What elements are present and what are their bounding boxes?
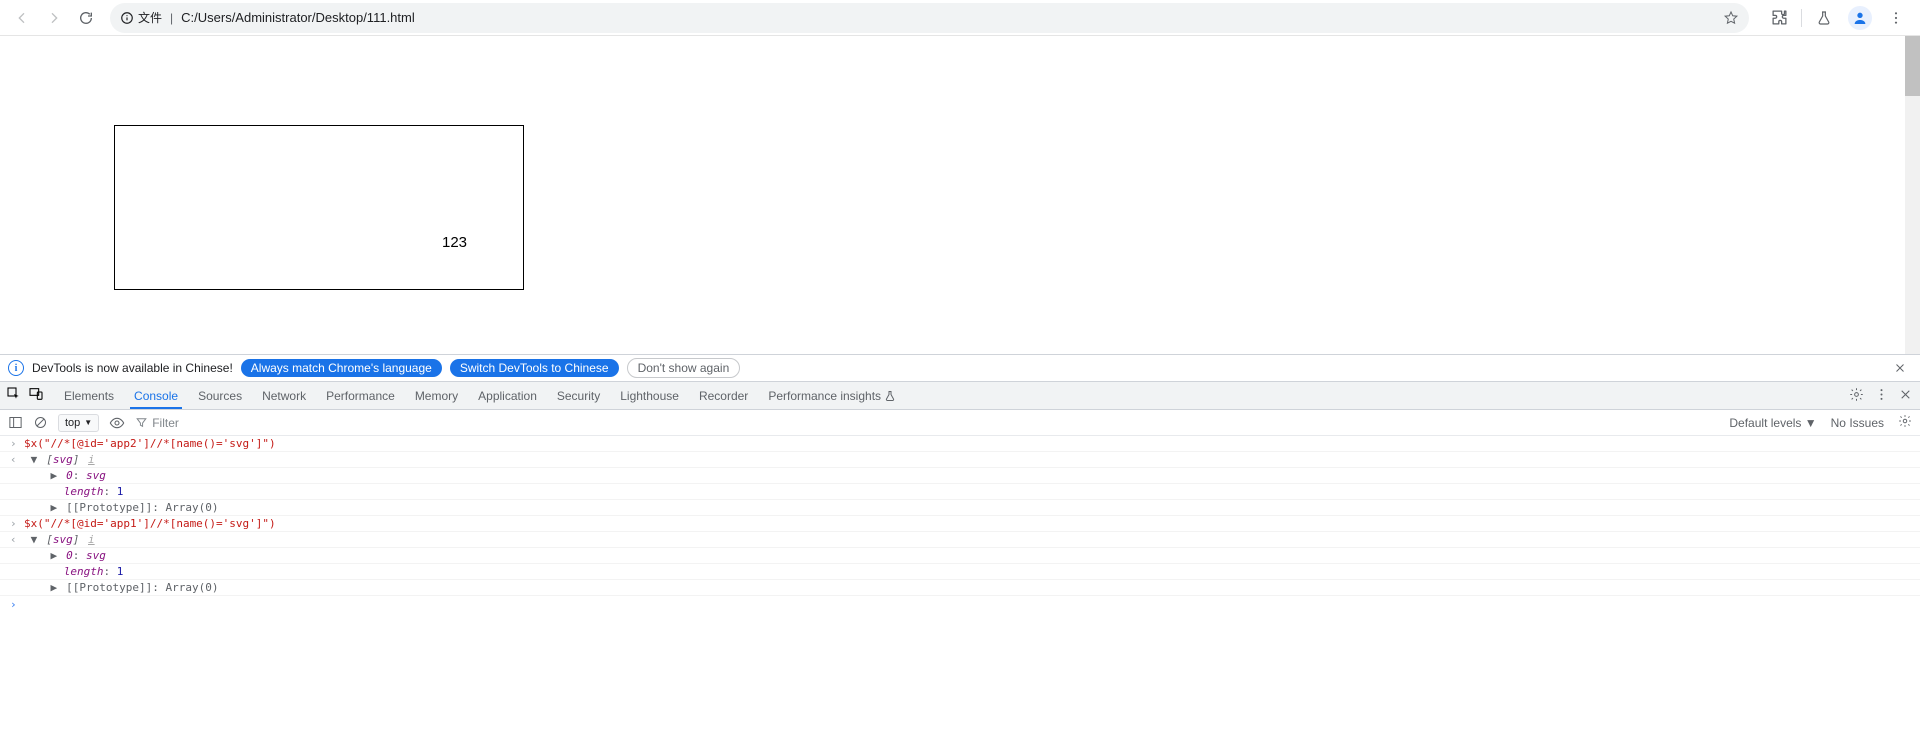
close-icon (1894, 362, 1906, 374)
page-div-box: 123 (114, 125, 524, 290)
dots-vertical-icon (1874, 387, 1889, 402)
filter-icon (135, 416, 148, 429)
inspect-button[interactable] (6, 386, 22, 405)
tab-application[interactable]: Application (468, 382, 547, 409)
console-output-row[interactable]: length: 1 (0, 484, 1920, 500)
devices-icon (28, 386, 44, 402)
tab-performance[interactable]: Performance (316, 382, 405, 409)
object-info-icon[interactable]: i (88, 453, 95, 466)
clear-console-button[interactable] (33, 415, 48, 430)
live-expression-button[interactable] (109, 415, 125, 431)
filter-placeholder: Filter (152, 416, 179, 430)
tab-memory[interactable]: Memory (405, 382, 468, 409)
eye-icon (109, 415, 125, 431)
console-command: $x("//*[@id='app2']//*[name()='svg']") (24, 437, 276, 450)
extensions-button[interactable] (1763, 4, 1795, 32)
reload-button[interactable] (72, 4, 100, 32)
person-icon (1852, 10, 1868, 26)
puzzle-icon (1771, 9, 1788, 26)
tab-security[interactable]: Security (547, 382, 610, 409)
console-output-row[interactable]: ▶ [[Prototype]]: Array(0) (0, 580, 1920, 596)
flask-icon (884, 390, 896, 402)
page-viewport: 123 (0, 36, 1920, 354)
tab-lighthouse[interactable]: Lighthouse (610, 382, 689, 409)
url-text: C:/Users/Administrator/Desktop/111.html (181, 10, 1715, 25)
scroll-thumb[interactable] (1905, 36, 1920, 96)
toolbar-separator (1801, 9, 1802, 27)
console-sidebar-toggle[interactable] (8, 415, 23, 430)
forward-button[interactable] (40, 4, 68, 32)
tab-network[interactable]: Network (252, 382, 316, 409)
devtools-more-button[interactable] (1874, 387, 1889, 405)
object-info-icon[interactable]: i (88, 533, 95, 546)
tab-performance-insights[interactable]: Performance insights (758, 382, 906, 409)
console-output-row[interactable]: ‹ ▼ [svg] i (0, 452, 1920, 468)
url-scheme: 文件 (138, 9, 162, 26)
site-info[interactable]: 文件 (120, 9, 162, 26)
menu-button[interactable] (1880, 4, 1912, 32)
tab-elements[interactable]: Elements (54, 382, 124, 409)
console-filter[interactable]: Filter (135, 416, 1719, 430)
console-settings-button[interactable] (1898, 414, 1912, 431)
close-icon (1899, 388, 1912, 401)
avatar (1848, 6, 1872, 30)
devtools-settings-button[interactable] (1849, 387, 1864, 405)
always-match-button[interactable]: Always match Chrome's language (241, 359, 442, 377)
dont-show-button[interactable]: Don't show again (627, 358, 741, 378)
browser-toolbar: 文件 | C:/Users/Administrator/Desktop/111.… (0, 0, 1920, 36)
vertical-scrollbar[interactable] (1905, 36, 1920, 354)
bookmark-button[interactable] (1723, 10, 1739, 26)
back-button[interactable] (8, 4, 36, 32)
console-prompt[interactable]: › (0, 596, 1920, 613)
devtools-infobar: i DevTools is now available in Chinese! … (0, 354, 1920, 382)
devtools-tabs: Elements Console Sources Network Perform… (0, 382, 1920, 410)
console-output-row[interactable]: ▶ [[Prototype]]: Array(0) (0, 500, 1920, 516)
console-output: › $x("//*[@id='app2']//*[name()='svg']")… (0, 436, 1920, 754)
console-toolbar: top ▼ Filter Default levels ▼ No Issues (0, 410, 1920, 436)
switch-language-button[interactable]: Switch DevTools to Chinese (450, 359, 619, 377)
infobar-close-button[interactable] (1888, 356, 1912, 380)
arrow-right-icon (46, 10, 62, 26)
dots-vertical-icon (1888, 10, 1904, 26)
gear-icon (1849, 387, 1864, 402)
profile-button[interactable] (1844, 4, 1876, 32)
labs-button[interactable] (1808, 4, 1840, 32)
toolbar-right (1759, 4, 1912, 32)
console-output-row[interactable]: ▶ 0: svg (0, 548, 1920, 564)
device-toggle-button[interactable] (28, 386, 44, 405)
console-output-row[interactable]: ‹ ▼ [svg] i (0, 532, 1920, 548)
info-circle-icon: i (8, 360, 24, 376)
tab-recorder[interactable]: Recorder (689, 382, 758, 409)
panel-left-icon (8, 415, 23, 430)
console-output-row[interactable]: length: 1 (0, 564, 1920, 580)
log-levels-dropdown[interactable]: Default levels ▼ (1729, 416, 1816, 430)
console-input-row[interactable]: › $x("//*[@id='app1']//*[name()='svg']") (0, 516, 1920, 532)
tab-sources[interactable]: Sources (188, 382, 252, 409)
infobar-message: DevTools is now available in Chinese! (32, 361, 233, 375)
info-icon (120, 11, 134, 25)
url-sep: | (170, 11, 173, 25)
devtools-close-button[interactable] (1899, 388, 1912, 404)
tab-console[interactable]: Console (124, 382, 188, 409)
arrow-left-icon (14, 10, 30, 26)
reload-icon (78, 10, 94, 26)
ban-icon (33, 415, 48, 430)
console-input-row[interactable]: › $x("//*[@id='app2']//*[name()='svg']") (0, 436, 1920, 452)
gear-icon (1898, 414, 1912, 428)
inspect-icon (6, 386, 22, 402)
omnibox[interactable]: 文件 | C:/Users/Administrator/Desktop/111.… (110, 3, 1749, 33)
star-icon (1723, 10, 1739, 26)
flask-icon (1816, 10, 1832, 26)
page-text-123: 123 (442, 234, 467, 251)
console-command: $x("//*[@id='app1']//*[name()='svg']") (24, 517, 276, 530)
console-output-row[interactable]: ▶ 0: svg (0, 468, 1920, 484)
issues-button[interactable]: No Issues (1831, 416, 1884, 430)
execution-context[interactable]: top ▼ (58, 414, 99, 432)
